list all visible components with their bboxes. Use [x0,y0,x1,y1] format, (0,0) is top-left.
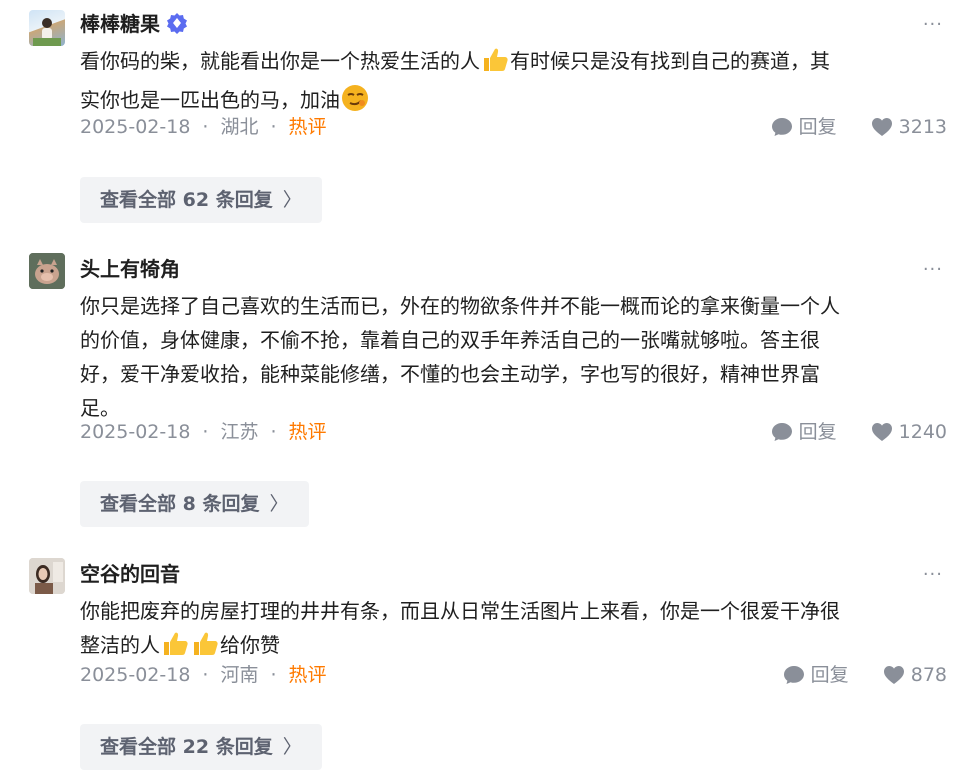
username-text[interactable]: 空谷的回音 [80,562,180,586]
username[interactable]: 空谷的回音 [80,562,180,586]
comment-meta: 2025-02-18 · 江苏 · 热评 回复 1240 [80,418,947,446]
avatar[interactable] [29,10,65,46]
username[interactable]: 棒棒糖果 [80,12,188,39]
comment-location: 河南 [220,664,259,686]
more-options-button[interactable]: ··· [923,15,943,35]
chevron-right-icon: 〉 [269,493,289,515]
like-button[interactable]: 3213 [871,113,947,141]
verified-badge-icon [166,12,188,39]
comment-text: 你只是选择了自己喜欢的生活而已，外在的物欲条件并不能一概而论的拿来衡量一个人 的… [80,294,840,420]
comment-location: 江苏 [220,421,259,443]
comment-text: 你能把废弃的房屋打理的井井有条，而且从日常生活图片上来看，你是一个很爱干净很 整… [80,594,952,667]
chevron-right-icon: 〉 [282,189,302,211]
username-text[interactable]: 棒棒糖果 [80,12,160,36]
avatar[interactable] [29,558,65,594]
username-text[interactable]: 头上有犄角 [80,257,180,281]
like-button[interactable]: 1240 [871,418,947,446]
comment-meta: 2025-02-18 · 湖北 · 热评 回复 3213 [80,113,947,141]
hot-comment-tag: 热评 [288,116,327,138]
thumbs-up-icon [481,47,509,83]
more-options-button[interactable]: ··· [923,565,943,585]
view-all-replies-button[interactable]: 查看全部 22 条回复〉 [80,724,322,770]
like-count: 3213 [898,116,947,138]
chevron-right-icon: 〉 [282,736,302,758]
hot-comment-tag: 热评 [288,664,327,686]
like-count: 1240 [898,421,947,443]
view-all-replies-button[interactable]: 查看全部 8 条回复〉 [80,481,309,527]
like-button[interactable]: 878 [883,661,947,689]
comment-location: 湖北 [220,116,259,138]
more-options-button[interactable]: ··· [923,260,943,280]
comment-date: 2025-02-18 [80,116,191,138]
view-all-replies-button[interactable]: 查看全部 62 条回复〉 [80,177,322,223]
comment-text: 看你码的柴，就能看出你是一个热爱生活的人 有时候只是没有找到自己的赛道，其 实你也… [80,44,952,122]
reply-button[interactable]: 回复 [771,113,837,141]
reply-button[interactable]: 回复 [783,661,849,689]
hot-comment-tag: 热评 [288,421,327,443]
username[interactable]: 头上有犄角 [80,257,180,281]
avatar[interactable] [29,253,65,289]
comment-meta: 2025-02-18 · 河南 · 热评 回复 878 [80,661,947,689]
like-count: 878 [910,664,947,686]
comment-date: 2025-02-18 [80,664,191,686]
reply-button[interactable]: 回复 [771,418,837,446]
comment-date: 2025-02-18 [80,421,191,443]
